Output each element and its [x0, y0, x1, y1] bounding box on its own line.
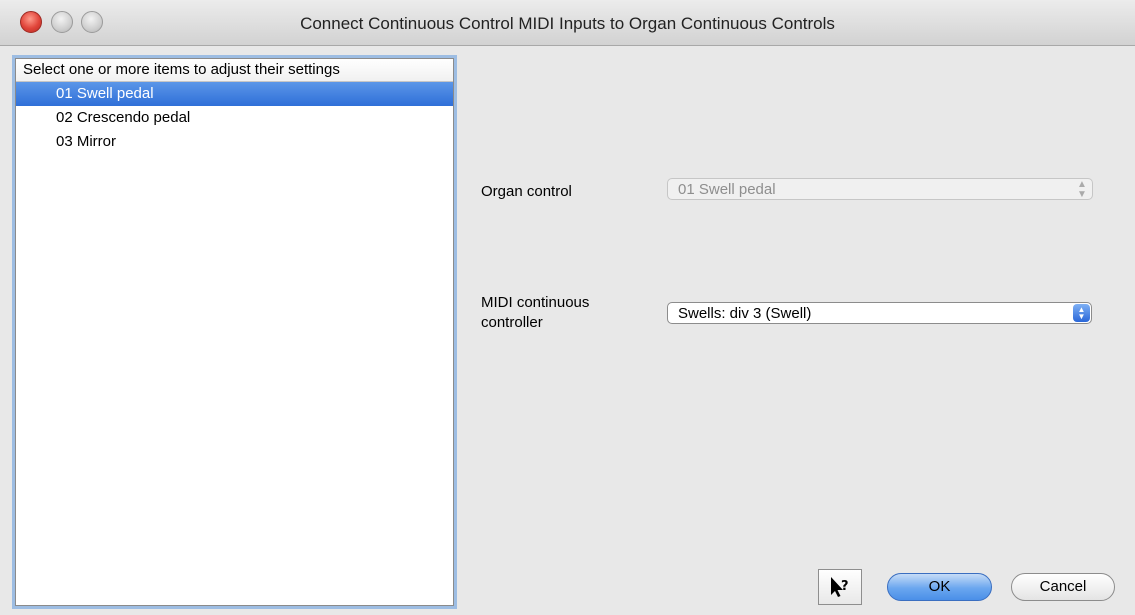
ok-button[interactable]: OK [887, 573, 992, 601]
organ-control-select: 01 Swell pedal ▲ ▼ [667, 178, 1093, 200]
midi-controller-select[interactable]: Swells: div 3 (Swell) ▲ ▼ [667, 302, 1092, 324]
select-arrows-icon: ▲ ▼ [1073, 304, 1090, 322]
list-item-mirror[interactable]: 03 Mirror [16, 130, 453, 154]
control-list[interactable]: Select one or more items to adjust their… [15, 58, 454, 606]
select-arrows-icon: ▲ ▼ [1077, 179, 1087, 200]
list-header: Select one or more items to adjust their… [16, 59, 453, 82]
window-title: Connect Continuous Control MIDI Inputs t… [300, 14, 835, 33]
help-button[interactable]: ? [818, 569, 862, 605]
title-bar[interactable]: Connect Continuous Control MIDI Inputs t… [0, 0, 1135, 46]
list-item-swell-pedal[interactable]: 01 Swell pedal [16, 82, 453, 106]
organ-control-label: Organ control [481, 183, 572, 200]
midi-controller-label: MIDI continuous controller [481, 294, 590, 331]
help-pointer-icon: ? [831, 577, 849, 597]
cancel-button[interactable]: Cancel [1011, 573, 1115, 601]
midi-controller-value: Swells: div 3 (Swell) [678, 305, 812, 322]
svg-text:?: ? [841, 579, 849, 594]
list-item-crescendo-pedal[interactable]: 02 Crescendo pedal [16, 106, 453, 130]
dialog-window: Connect Continuous Control MIDI Inputs t… [0, 0, 1135, 615]
organ-control-value: 01 Swell pedal [678, 181, 776, 198]
